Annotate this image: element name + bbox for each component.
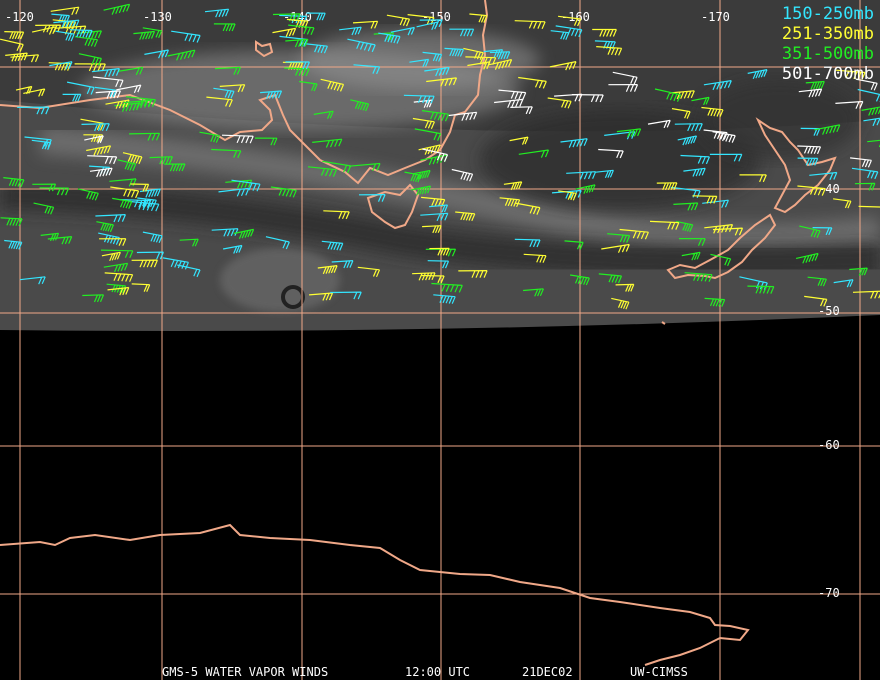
product-label: GMS-5 WATER VAPOR WINDS: [162, 665, 329, 679]
legend-item-251-350: 251-350mb: [781, 24, 874, 44]
antarctica-coast: [0, 523, 750, 666]
source-label: UW-CIMSS: [630, 665, 688, 679]
lat-label: -50: [818, 304, 840, 318]
legend-item-501-700: 501-700mb: [781, 64, 874, 84]
lon-label: -130: [143, 10, 172, 24]
satellite-map: -120 -130 -140 -150 -160 -170 -40 -50 -6…: [0, 0, 880, 680]
pressure-legend: 150-250mb 251-350mb 351-500mb 501-700mb: [782, 4, 874, 84]
lat-label: -70: [818, 586, 840, 600]
date-label: 21DEC02: [522, 665, 573, 679]
time-label: 12:00 UTC: [405, 665, 471, 679]
map-canvas: -120 -130 -140 -150 -160 -170 -40 -50 -6…: [0, 0, 880, 680]
lon-label: -120: [5, 10, 34, 24]
legend-item-351-500: 351-500mb: [781, 44, 874, 64]
lon-label: -170: [701, 10, 730, 24]
legend-item-150-250: 150-250mb: [781, 4, 874, 24]
lat-label: -60: [818, 438, 840, 452]
